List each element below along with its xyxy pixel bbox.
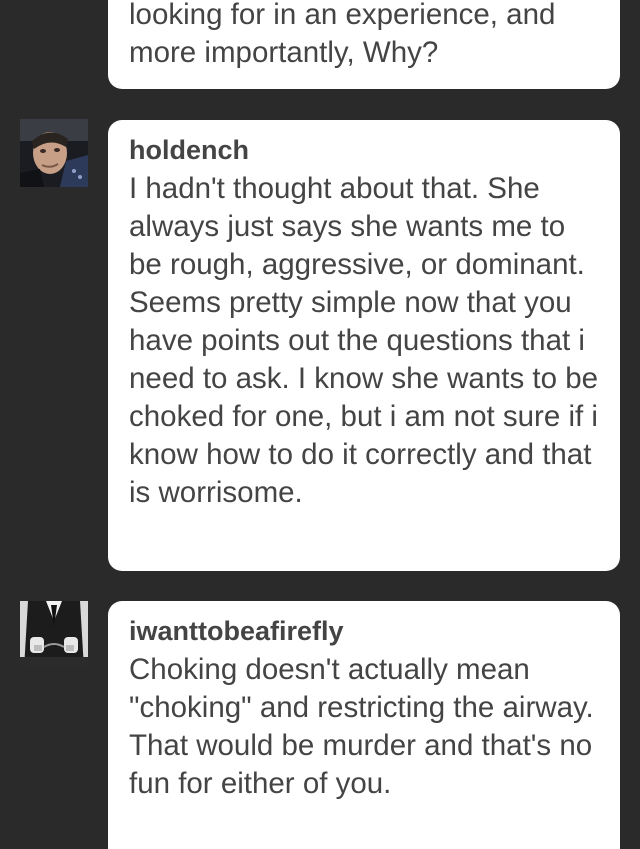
avatar[interactable] xyxy=(20,601,88,669)
comment-text: looking for in an experience, and more i… xyxy=(129,0,556,69)
user-photo-icon xyxy=(20,119,88,187)
comment-username[interactable]: iwanttobeafirefly xyxy=(129,615,600,647)
comment-bubble: iwanttobeafirefly Choking doesn't actual… xyxy=(108,601,620,849)
comment-text: I hadn't thought about that. She always … xyxy=(129,172,599,509)
comment-bubble: looking for in an experience, and more i… xyxy=(108,0,620,89)
comment-bubble: holdench I hadn't thought about that. Sh… xyxy=(108,120,620,571)
avatar[interactable] xyxy=(20,119,88,187)
comment-text: Choking doesn't actually mean "choking" … xyxy=(129,653,594,800)
comment-username[interactable]: holdench xyxy=(129,134,600,166)
user-photo-icon xyxy=(20,601,88,669)
comment-thread: looking for in an experience, and more i… xyxy=(0,0,640,849)
